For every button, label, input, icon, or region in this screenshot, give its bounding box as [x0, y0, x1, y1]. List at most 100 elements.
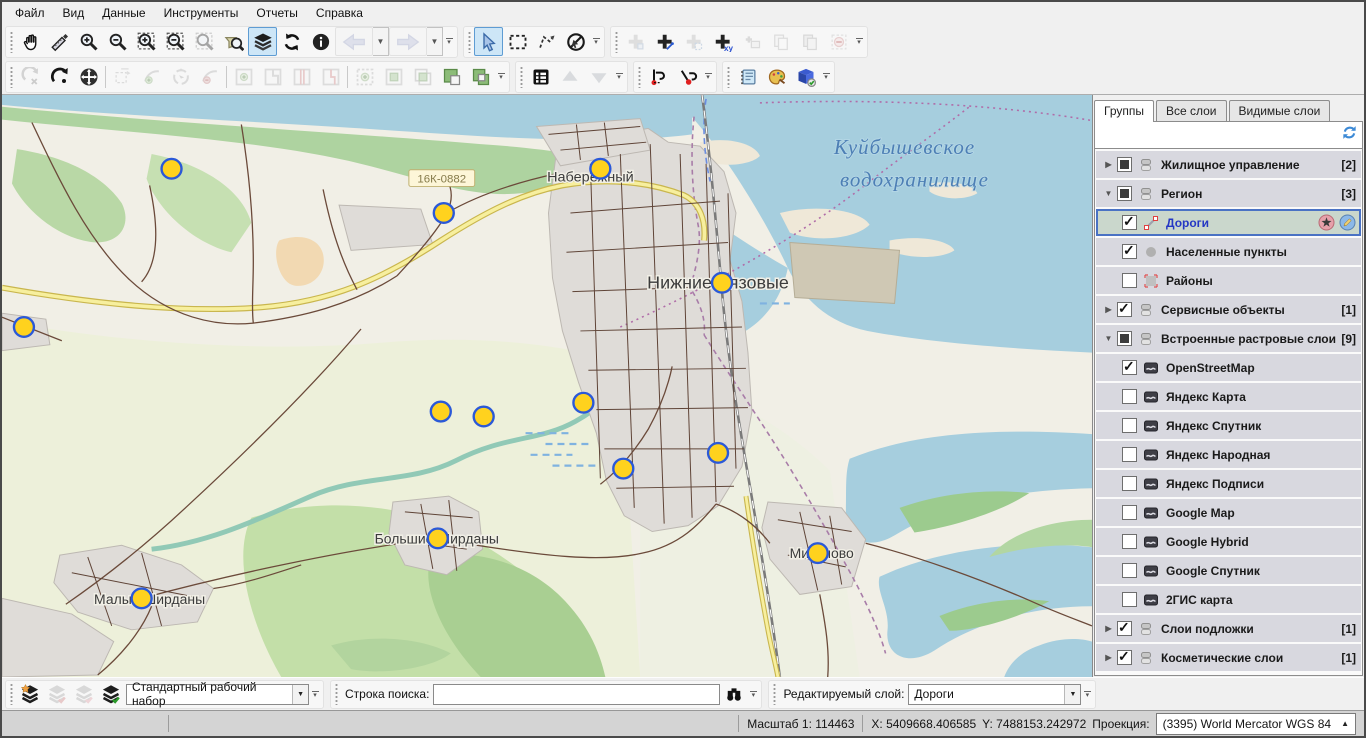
- topology-end-point-icon[interactable]: [673, 62, 702, 91]
- chevron-down-icon[interactable]: ▼: [292, 685, 308, 704]
- expand-icon[interactable]: ▶: [1100, 653, 1117, 662]
- layer-row[interactable]: Населенные пункты: [1096, 238, 1361, 265]
- layer-group-row[interactable]: ▼Регион[3]: [1096, 180, 1361, 207]
- menu-item-3[interactable]: Инструменты: [155, 3, 248, 23]
- map-marker[interactable]: [431, 402, 451, 422]
- layer-visibility-checkbox[interactable]: [1122, 476, 1137, 491]
- layer-row[interactable]: Google Спутник: [1096, 557, 1361, 584]
- workspace-save-icon[interactable]: [43, 681, 70, 708]
- tab-2[interactable]: Видимые слои: [1229, 100, 1331, 121]
- chevron-down-icon[interactable]: ▼: [427, 27, 443, 56]
- zoom-window-out-icon[interactable]: [161, 27, 190, 56]
- map-marker[interactable]: [428, 529, 448, 549]
- layer-row[interactable]: 2ГИС карта: [1096, 586, 1361, 613]
- toolbar-grip[interactable]: [726, 66, 731, 88]
- map-marker[interactable]: [712, 273, 732, 293]
- layer-group-row[interactable]: ▶Жилищное управление[2]: [1096, 151, 1361, 178]
- paste-object-icon[interactable]: [795, 27, 824, 56]
- menu-item-1[interactable]: Вид: [54, 3, 94, 23]
- layer-visibility-checkbox[interactable]: [1117, 186, 1132, 201]
- select-rectangle-icon[interactable]: [503, 27, 532, 56]
- toolbar-grip[interactable]: [9, 31, 14, 53]
- toolbar-overflow-icon[interactable]: ▾: [590, 38, 602, 45]
- toolbar-grip[interactable]: [637, 66, 642, 88]
- layer-row[interactable]: Яндекс Карта: [1096, 383, 1361, 410]
- object-split-icon[interactable]: [287, 62, 316, 91]
- toolbar-overflow-icon[interactable]: ▾: [613, 73, 625, 80]
- layer-row[interactable]: Яндекс Подписи: [1096, 470, 1361, 497]
- zoom-out-icon[interactable]: [103, 27, 132, 56]
- workspace-combo[interactable]: Стандартный рабочий набор ▼: [126, 684, 309, 705]
- add-object-xy-icon[interactable]: xy: [708, 27, 737, 56]
- layer-visibility-checkbox[interactable]: [1117, 621, 1132, 636]
- rotate-object-icon[interactable]: [45, 62, 74, 91]
- measure-ruler-icon[interactable]: [45, 27, 74, 56]
- toolbar-grip[interactable]: [519, 66, 524, 88]
- layer-row[interactable]: Google Map: [1096, 499, 1361, 526]
- move-object-icon[interactable]: [74, 62, 103, 91]
- draw-object-icon[interactable]: [650, 27, 679, 56]
- menu-item-4[interactable]: Отчеты: [247, 3, 306, 23]
- attributes-table-icon[interactable]: [526, 62, 555, 91]
- layer-visibility-checkbox[interactable]: [1122, 563, 1137, 578]
- toolbar-grip[interactable]: [9, 683, 14, 705]
- layer-visibility-checkbox[interactable]: [1122, 360, 1137, 375]
- add-object-icon[interactable]: [621, 27, 650, 56]
- zoom-window-in-icon[interactable]: [132, 27, 161, 56]
- menu-item-0[interactable]: Файл: [6, 3, 54, 23]
- map-marker[interactable]: [162, 159, 182, 179]
- layer-style-icon[interactable]: [762, 62, 791, 91]
- map-marker[interactable]: [613, 459, 633, 479]
- layer-visibility-checkbox[interactable]: [1117, 302, 1132, 317]
- map-marker[interactable]: [434, 203, 454, 223]
- expand-icon[interactable]: ▶: [1100, 160, 1117, 169]
- layer-visibility-checkbox[interactable]: [1122, 534, 1137, 549]
- workspace-manage-icon[interactable]: [16, 681, 43, 708]
- objects-intersect-icon[interactable]: [408, 62, 437, 91]
- layer-row[interactable]: Районы: [1096, 267, 1361, 294]
- topology-start-point-icon[interactable]: [644, 62, 673, 91]
- pan-icon[interactable]: [16, 27, 45, 56]
- copy-object-icon[interactable]: [766, 27, 795, 56]
- refresh-map-icon[interactable]: [277, 27, 306, 56]
- toolbar-overflow-icon[interactable]: ▾: [309, 691, 321, 698]
- layer-visibility-checkbox[interactable]: [1122, 215, 1137, 230]
- nav-forward-icon[interactable]: [389, 27, 427, 56]
- objects-union-icon[interactable]: [379, 62, 408, 91]
- menu-item-5[interactable]: Справка: [307, 3, 372, 23]
- layer-group-row[interactable]: ▶Косметические слои[1]: [1096, 644, 1361, 671]
- chevron-down-icon[interactable]: ▼: [1064, 685, 1080, 704]
- rotate-by-point-icon[interactable]: [166, 62, 195, 91]
- projection-combo[interactable]: (3395) World Mercator WGS 84 ▲: [1156, 713, 1356, 735]
- tab-0[interactable]: Группы: [1094, 100, 1154, 122]
- select-pointer-icon[interactable]: [474, 27, 503, 56]
- map-marker[interactable]: [132, 589, 152, 609]
- layer-visibility-checkbox[interactable]: [1117, 331, 1132, 346]
- layer-row[interactable]: Яндекс Народная: [1096, 441, 1361, 468]
- layers-visibility-icon[interactable]: [248, 27, 277, 56]
- layer-row[interactable]: Яндекс Спутник: [1096, 412, 1361, 439]
- layer-filter-input[interactable]: [1099, 127, 1341, 143]
- toolbar-overflow-icon[interactable]: ▾: [747, 691, 759, 698]
- menu-item-2[interactable]: Данные: [93, 3, 154, 23]
- layer-visibility-checkbox[interactable]: [1122, 447, 1137, 462]
- toolbar-overflow-icon[interactable]: ▾: [1081, 691, 1093, 698]
- layer-service-icon[interactable]: [1318, 214, 1335, 231]
- objects-sym-diff-icon[interactable]: [466, 62, 495, 91]
- zoom-to-selected-icon[interactable]: [190, 27, 219, 56]
- toolbar-overflow-icon[interactable]: ▾: [702, 73, 714, 80]
- layer-row[interactable]: OpenStreetMap: [1096, 354, 1361, 381]
- expand-icon[interactable]: ▶: [1100, 624, 1117, 633]
- layer-visibility-checkbox[interactable]: [1122, 273, 1137, 288]
- select-polygon-icon[interactable]: [532, 27, 561, 56]
- workspace-apply-icon[interactable]: [97, 681, 124, 708]
- arc-remove-icon[interactable]: [195, 62, 224, 91]
- layer-group-row[interactable]: ▶Сервисные объекты[1]: [1096, 296, 1361, 323]
- map-marker[interactable]: [474, 407, 494, 427]
- vertex-insert-icon[interactable]: [229, 62, 258, 91]
- toolbar-overflow-icon[interactable]: ▾: [443, 38, 455, 45]
- layer-group-row[interactable]: ▼Встроенные растровые слои[9]: [1096, 325, 1361, 352]
- map-marker[interactable]: [708, 443, 728, 463]
- expand-icon[interactable]: ▶: [1100, 305, 1117, 314]
- map-marker[interactable]: [808, 543, 828, 563]
